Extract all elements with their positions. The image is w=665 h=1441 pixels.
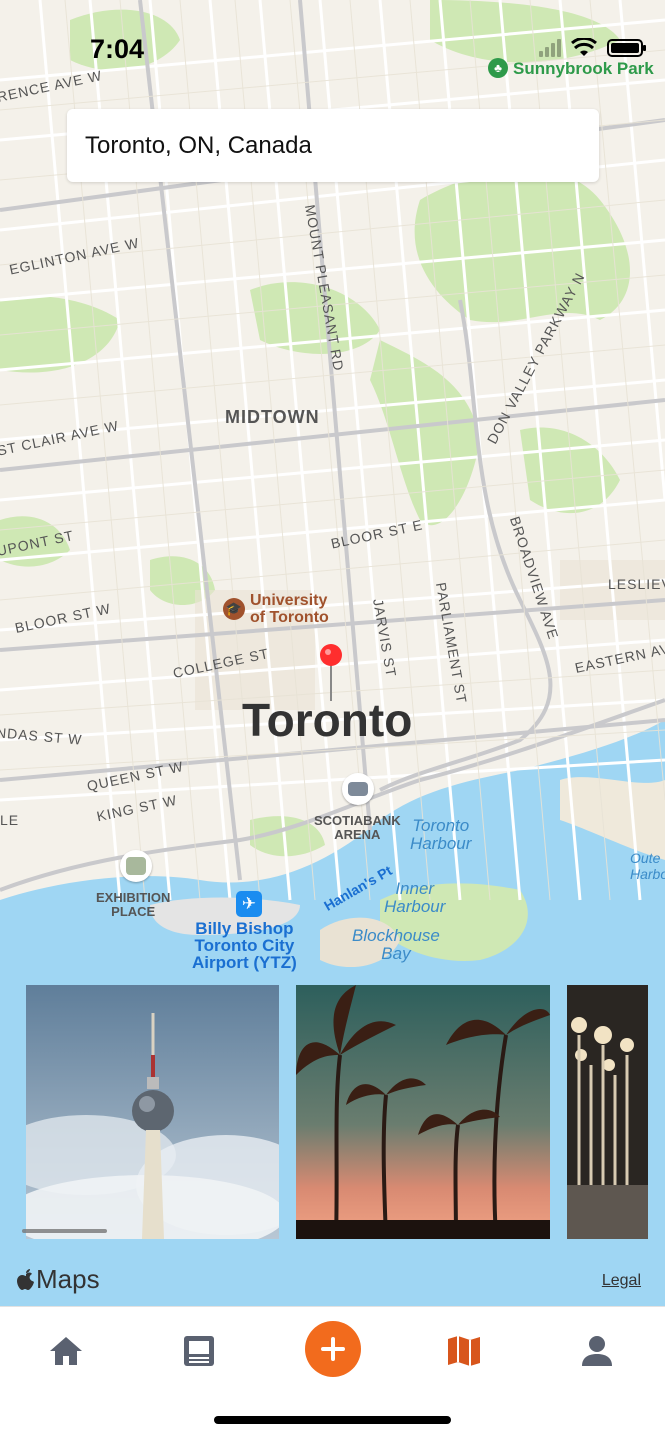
battery-icon (607, 39, 646, 57)
maps-attribution: Maps (16, 1264, 100, 1295)
location-pin-icon[interactable] (318, 643, 346, 703)
status-icons (539, 38, 646, 58)
feed-icon (184, 1336, 214, 1366)
graduation-cap-icon[interactable]: 🎓 (223, 598, 245, 620)
poi-scotiabank-arena[interactable]: SCOTIABANK ARENA (314, 814, 401, 842)
apple-logo-icon (17, 1268, 34, 1290)
status-time: 7:04 (90, 34, 145, 64)
airplane-icon[interactable]: ✈ (236, 891, 262, 917)
street-label: LESLIEV (608, 576, 665, 592)
photo-card[interactable] (567, 985, 648, 1239)
tab-home[interactable] (36, 1323, 96, 1379)
water-label-outer-harbour: Oute Harbo (630, 850, 665, 882)
palm-trees-photo (296, 985, 550, 1239)
arena-icon[interactable] (342, 773, 374, 805)
street-label: LE (0, 812, 20, 828)
poi-exhibition-place[interactable]: EXHIBITION PLACE (96, 891, 170, 919)
tab-feed[interactable] (169, 1323, 229, 1379)
map-icon (448, 1336, 480, 1366)
home-icon (50, 1337, 82, 1365)
photo-carousel[interactable] (0, 985, 665, 1239)
add-button[interactable] (305, 1321, 361, 1377)
search-field[interactable]: Toronto, ON, Canada (67, 109, 599, 182)
home-indicator (214, 1416, 451, 1424)
profile-icon (582, 1336, 612, 1366)
tab-map[interactable] (434, 1323, 494, 1379)
plus-icon (321, 1337, 345, 1361)
wifi-icon (571, 38, 597, 56)
district-label: MIDTOWN (225, 407, 320, 427)
search-field-value: Toronto, ON, Canada (85, 131, 312, 159)
water-label-blockhouse-bay: Blockhouse Bay (352, 926, 440, 963)
water-label-toronto-harbour: Toronto Harbour (410, 816, 472, 853)
photo-card[interactable] (26, 985, 279, 1239)
tree-icon: ♣ (488, 58, 508, 78)
landmark-icon[interactable] (120, 850, 152, 882)
poi-sunnybrook-park[interactable]: Sunnybrook Park (513, 59, 654, 79)
cellular-signal-icon (539, 39, 561, 57)
photo-card[interactable] (296, 985, 550, 1239)
tab-profile[interactable] (567, 1323, 627, 1379)
poi-airport[interactable]: Billy Bishop Toronto City Airport (YTZ) (192, 920, 297, 971)
tv-tower-photo (26, 985, 279, 1239)
poi-university[interactable]: University of Toronto (250, 592, 329, 626)
street-lamps-photo (567, 985, 648, 1239)
water-label-inner-harbour: Inner Harbour (384, 879, 446, 916)
legal-link[interactable]: Legal (602, 1272, 641, 1290)
map-view[interactable]: 7:04 Toronto, ON, Canada RENCE AVE W EGL… (0, 0, 665, 1306)
carousel-scroll-indicator (22, 1229, 107, 1233)
